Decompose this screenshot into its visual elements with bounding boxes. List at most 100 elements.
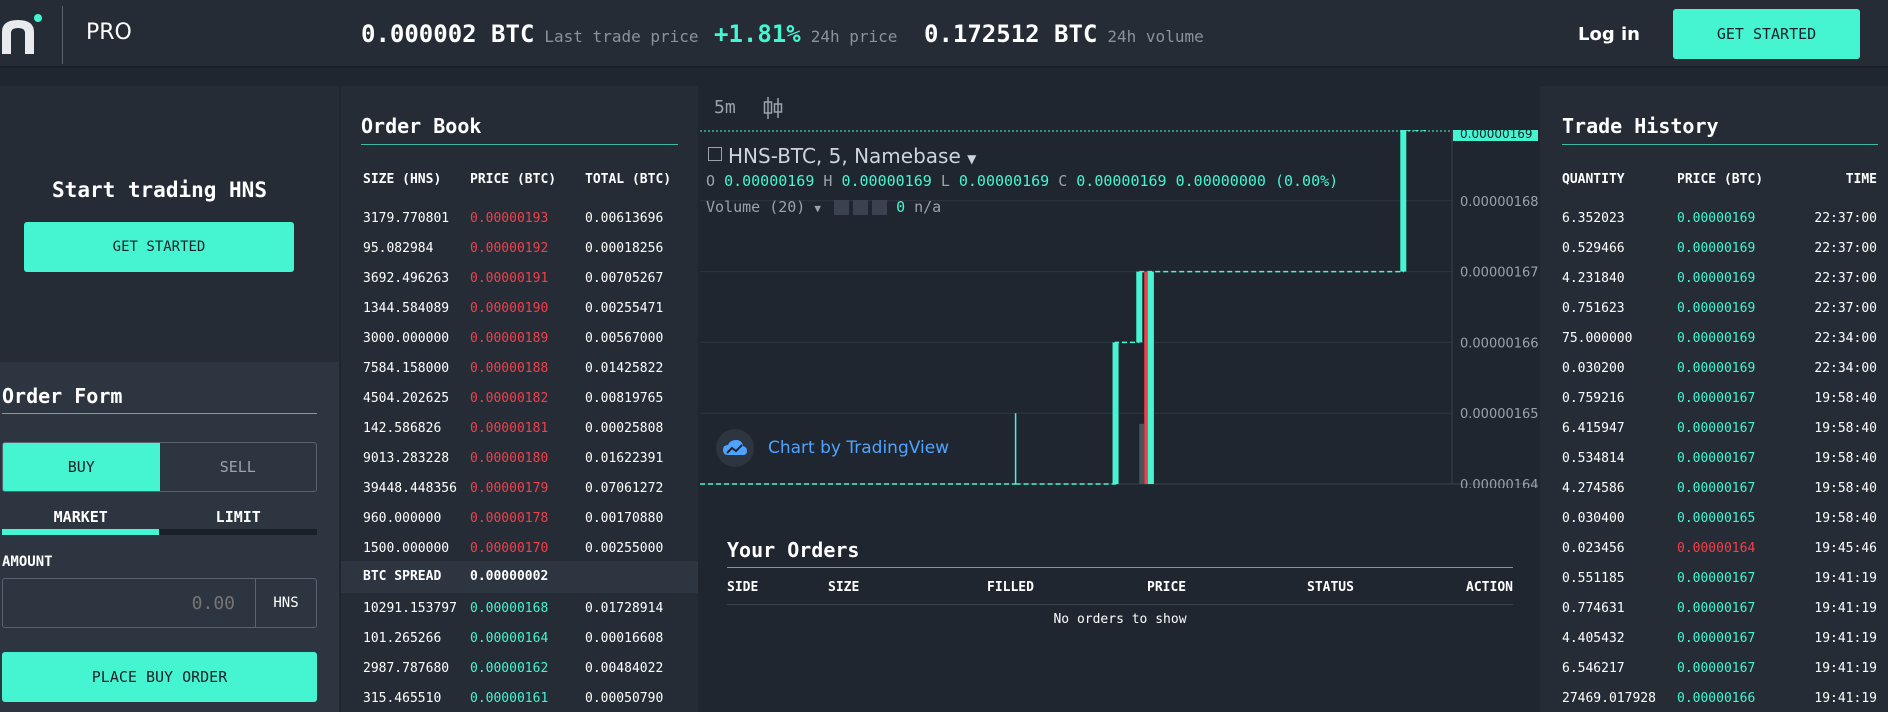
- bid-row[interactable]: 10291.153797 0.00000168 0.01728914: [341, 594, 698, 624]
- header-get-started-button[interactable]: GET STARTED: [1673, 9, 1860, 59]
- trade-price: 0.00000164: [1677, 541, 1756, 556]
- promo-title: Start trading HNS: [52, 178, 267, 202]
- order-total: 0.01425822: [585, 361, 664, 376]
- trade-price: 0.00000169: [1677, 241, 1756, 256]
- ask-row[interactable]: 95.082984 0.00000192 0.00018256: [341, 234, 698, 264]
- trade-qty: 75.000000: [1562, 331, 1633, 346]
- trade-price: 0.00000169: [1677, 211, 1756, 226]
- bid-row[interactable]: 315.465510 0.00000161 0.00050790: [341, 684, 698, 712]
- y-tick-label: 0.00000164: [1460, 478, 1538, 488]
- trade-qty: 6.415947: [1562, 421, 1625, 436]
- bid-row[interactable]: 2987.787680 0.00000162 0.00484022: [341, 654, 698, 684]
- ask-row[interactable]: 3179.770801 0.00000193 0.00613696: [341, 204, 698, 234]
- order-price: 0.00000180: [470, 451, 549, 466]
- amount-input[interactable]: [3, 579, 255, 627]
- brand-pro-label: PRO: [86, 20, 132, 45]
- interval-selector[interactable]: 5m: [714, 97, 736, 118]
- spread-row: BTC SPREAD 0.00000002: [341, 561, 698, 593]
- trade-price: 0.00000167: [1677, 451, 1756, 466]
- eye-icon[interactable]: [834, 200, 850, 215]
- order-size: 1500.000000: [363, 541, 450, 556]
- settings-icon[interactable]: [853, 200, 869, 215]
- spread-label: BTC SPREAD: [363, 569, 442, 584]
- trade-qty: 27469.017928: [1562, 691, 1656, 706]
- ask-row[interactable]: 1500.000000 0.00000170 0.00255000: [341, 534, 698, 564]
- order-total: 0.00484022: [585, 661, 664, 676]
- col-time: TIME: [1845, 172, 1877, 187]
- order-type-indicator-fill: [2, 529, 159, 535]
- trade-time: 22:37:00: [1814, 301, 1877, 316]
- trade-row: 0.551185 0.00000167 19:41:19: [1540, 564, 1888, 594]
- trade-row: 6.352023 0.00000169 22:37:00: [1540, 204, 1888, 234]
- volume-study-value: 0: [896, 198, 906, 216]
- order-total: 0.00819765: [585, 391, 664, 406]
- trade-time: 22:34:00: [1814, 331, 1877, 346]
- trade-row: 0.529466 0.00000169 22:37:00: [1540, 234, 1888, 264]
- col-status: STATUS: [1307, 580, 1354, 595]
- order-total: 0.01622391: [585, 451, 664, 466]
- ask-row[interactable]: 4504.202625 0.00000182 0.00819765: [341, 384, 698, 414]
- ask-row[interactable]: 1344.584089 0.00000190 0.00255471: [341, 294, 698, 324]
- collapse-legend-icon[interactable]: [708, 147, 722, 161]
- order-size: 101.265266: [363, 631, 442, 646]
- no-orders-message: No orders to show: [1053, 612, 1187, 627]
- order-book-underline: [361, 144, 678, 145]
- promo-get-started-button[interactable]: GET STARTED: [24, 222, 294, 272]
- order-total: 0.00255471: [585, 301, 664, 316]
- volume-study-na: n/a: [914, 198, 942, 216]
- place-buy-order-button[interactable]: PLACE BUY ORDER: [2, 652, 317, 702]
- volume-value: 0.172512 BTC: [924, 20, 1098, 48]
- trade-row: 6.546217 0.00000167 19:41:19: [1540, 654, 1888, 684]
- volume-bar: [1139, 423, 1145, 484]
- price-chart[interactable]: 5m 0.00000168 0.00000167 0.00000166 0.00000…: [700, 86, 1538, 488]
- order-size: 315.465510: [363, 691, 442, 706]
- ask-row[interactable]: 3000.000000 0.00000189 0.00567000: [341, 324, 698, 354]
- ask-row[interactable]: 960.000000 0.00000178 0.00170880: [341, 504, 698, 534]
- order-size: 4504.202625: [363, 391, 450, 406]
- order-total: 0.00255000: [585, 541, 664, 556]
- low-label: L: [940, 172, 950, 190]
- trade-time: 19:58:40: [1814, 511, 1877, 526]
- order-price: 0.00000192: [470, 241, 549, 256]
- order-price: 0.00000178: [470, 511, 549, 526]
- your-orders-header: SIDE SIZE FILLED PRICE STATUS ACTION: [727, 580, 1513, 600]
- close-value: 0.00000169: [1076, 172, 1167, 190]
- order-size: 960.000000: [363, 511, 442, 526]
- order-total: 0.01728914: [585, 601, 664, 616]
- tradingview-watermark[interactable]: Chart by TradingView: [716, 429, 949, 467]
- order-book-header: SIZE (HNS) PRICE (BTC) TOTAL (BTC): [341, 172, 698, 192]
- ask-row[interactable]: 3692.496263 0.00000191 0.00705267: [341, 264, 698, 294]
- bid-row[interactable]: 101.265266 0.00000164 0.00016608: [341, 624, 698, 654]
- candlestick-icon[interactable]: [762, 96, 784, 120]
- ask-row[interactable]: 7584.158000 0.00000188 0.01425822: [341, 354, 698, 384]
- open-value: 0.00000169: [724, 172, 815, 190]
- trade-history-panel: Trade History QUANTITY PRICE (BTC) TIME …: [1540, 86, 1888, 712]
- symbol-title-text: HNS-BTC, 5, Namebase: [728, 144, 961, 168]
- buy-tab[interactable]: BUY: [3, 443, 160, 491]
- trade-qty: 6.352023: [1562, 211, 1625, 226]
- volume-study-label[interactable]: Volume (20): [706, 198, 805, 216]
- ask-row[interactable]: 142.586826 0.00000181 0.00025808: [341, 414, 698, 444]
- trade-qty: 0.751623: [1562, 301, 1625, 316]
- sell-tab[interactable]: SELL: [160, 443, 317, 491]
- your-orders-underline: [727, 567, 1513, 568]
- trade-row: 0.751623 0.00000169 22:37:00: [1540, 294, 1888, 324]
- close-icon[interactable]: [872, 200, 888, 215]
- order-price: 0.00000161: [470, 691, 549, 706]
- change-value: 0.00000000 (0.00%): [1175, 172, 1339, 190]
- ask-row[interactable]: 9013.283228 0.00000180 0.01622391: [341, 444, 698, 474]
- high-value: 0.00000169: [841, 172, 932, 190]
- login-link[interactable]: Log in: [1578, 24, 1640, 45]
- ask-row[interactable]: 39448.448356 0.00000179 0.07061272: [341, 474, 698, 504]
- order-size: 39448.448356: [363, 481, 457, 496]
- col-order-price: PRICE: [1147, 580, 1187, 595]
- order-total: 0.00025808: [585, 421, 664, 436]
- volume-label: 24h volume: [1107, 27, 1204, 46]
- namebase-logo-icon[interactable]: [0, 14, 44, 54]
- symbol-title[interactable]: HNS-BTC, 5, Namebase ▼: [728, 144, 976, 168]
- trade-row: 0.030400 0.00000165 19:58:40: [1540, 504, 1888, 534]
- col-side: SIDE: [727, 580, 759, 595]
- last-trade-price-stat: 0.000002 BTC Last trade price: [361, 20, 699, 48]
- order-size: 10291.153797: [363, 601, 457, 616]
- amount-field-group: HNS: [2, 578, 317, 628]
